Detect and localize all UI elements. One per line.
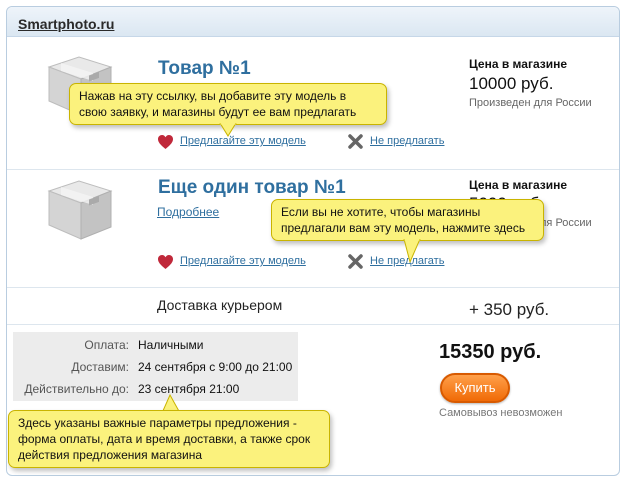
row-divider (7, 169, 619, 170)
pickup-note: Самовывоз невозможен (439, 407, 563, 419)
payment-value: Наличными (138, 338, 204, 352)
offer-panel: Smartphoto.ru Товар №1 Цена в магазине 1… (6, 6, 620, 476)
suggest-model-link-1[interactable]: Предлагайте эту модель (180, 135, 306, 147)
row-divider (7, 287, 619, 288)
box-icon (47, 180, 113, 240)
buy-button[interactable]: Купить (440, 373, 510, 403)
heart-icon (158, 135, 173, 149)
tooltip-pointer (219, 123, 237, 137)
site-title-link[interactable]: Smartphoto.ru (18, 16, 114, 32)
suggest-tooltip: Нажав на эту ссылку, вы добавите эту мод… (69, 83, 387, 125)
decline-model-link-1[interactable]: Не предлагать (370, 135, 444, 147)
valid-until-label: Действительно до: (24, 382, 129, 396)
product-title-1[interactable]: Товар №1 (158, 58, 251, 80)
decline-tooltip-text: Если вы не хотите, чтобы магазины предла… (281, 205, 526, 235)
suggest-tooltip-text: Нажав на эту ссылку, вы добавите эту мод… (79, 89, 357, 119)
delivery-date-label: Доставим: (71, 360, 129, 374)
params-tooltip: Здесь указаны важные параметры предложен… (8, 410, 330, 468)
tooltip-pointer (403, 239, 421, 263)
total-price: 15350 руб. (439, 341, 542, 363)
delivery-price: + 350 руб. (469, 300, 550, 319)
suggest-model-link-2[interactable]: Предлагайте эту модель (180, 255, 306, 267)
price-value-1: 10000 руб. (469, 74, 554, 93)
valid-until-value: 23 сентября 21:00 (138, 382, 240, 396)
heart-icon (158, 255, 173, 269)
product-title-2[interactable]: Еще один товар №1 (158, 177, 346, 199)
origin-1: Произведен для России (469, 97, 592, 109)
order-params-box: Оплата: Наличными Доставим: 24 сентября … (13, 332, 298, 401)
delivery-date-value: 24 сентября с 9:00 до 21:00 (138, 360, 293, 374)
payment-label: Оплата: (84, 338, 129, 352)
x-icon (348, 134, 363, 149)
more-details-link[interactable]: Подробнее (157, 205, 219, 219)
decline-tooltip: Если вы не хотите, чтобы магазины предла… (271, 199, 544, 241)
x-icon (348, 254, 363, 269)
row-divider (7, 324, 619, 325)
price-label-2: Цена в магазине (469, 178, 568, 192)
params-tooltip-text: Здесь указаны важные параметры предложен… (18, 416, 311, 462)
delivery-label: Доставка курьером (157, 297, 283, 313)
panel-header: Smartphoto.ru (7, 7, 619, 37)
price-label-1: Цена в магазине (469, 57, 568, 71)
